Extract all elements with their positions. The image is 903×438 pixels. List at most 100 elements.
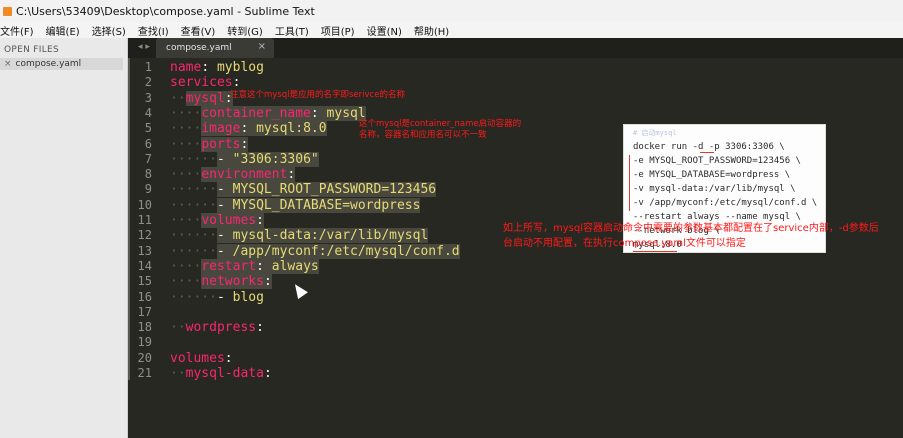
code-token-dots: ···· xyxy=(170,213,202,228)
window-title: C:\Users\53409\Desktop\compose.yaml - Su… xyxy=(16,4,315,18)
code-text: ······- MYSQL_DATABASE=wordpress xyxy=(170,197,421,213)
line-number: 1 xyxy=(144,60,152,74)
code-token-key: wordpress xyxy=(185,320,257,336)
code-text: ····environment: xyxy=(170,167,296,183)
title-bar: C:\Users\53409\Desktop\compose.yaml - Su… xyxy=(0,0,903,23)
code-token-sep: : xyxy=(224,350,233,366)
close-file-icon[interactable]: × xyxy=(4,59,12,69)
code-token-key: ports xyxy=(201,136,241,152)
ref-line: -e MYSQL_ROOT_PASSWORD=123456 \ xyxy=(633,156,801,166)
code-token-sep: : xyxy=(256,213,264,228)
menu-settings[interactable]: 设置(N) xyxy=(367,23,402,38)
ref-line: # 启动mysql xyxy=(633,129,677,137)
annotation-container-name: 这个mysql是container_name启动容器的 名称，容器名和应用名可以… xyxy=(359,119,522,140)
menu-goto[interactable]: 转到(G) xyxy=(227,23,263,38)
code-token-sep: - xyxy=(216,182,233,198)
code-token-key: mysql xyxy=(185,90,225,106)
code-line[interactable]: 16 ······- blog xyxy=(128,290,903,305)
code-token-val: blog xyxy=(232,289,264,305)
code-token-dots: ·· xyxy=(170,366,186,381)
line-number: 21 xyxy=(137,366,152,380)
code-line[interactable]: 18 ··wordpress: xyxy=(128,320,903,335)
code-line[interactable]: 15 ····networks: xyxy=(128,274,903,290)
code-token-key: name xyxy=(170,60,202,75)
code-text: ····restart: always xyxy=(170,258,319,274)
menu-file[interactable]: 文件(F) xyxy=(0,23,34,38)
ref-line: docker run -d -p 3306:3306 \ xyxy=(633,142,785,152)
code-token-key: environment xyxy=(201,167,288,183)
code-token-val: "3306:3306" xyxy=(232,151,319,167)
code-token-val: mysql-data:/var/lib/mysql xyxy=(232,228,429,244)
line-number: 5 xyxy=(144,121,152,136)
code-text: ······- mysql-data:/var/lib/mysql xyxy=(170,228,429,244)
line-number: 16 xyxy=(137,289,152,304)
ref-line: -v mysql-data:/var/lib/mysql \ xyxy=(633,184,796,194)
code-token-dots: ······ xyxy=(170,243,217,259)
code-token-sep: - xyxy=(216,197,233,213)
line-number: 2 xyxy=(144,75,152,90)
code-token-sep: : xyxy=(201,60,210,75)
menu-project[interactable]: 项目(P) xyxy=(321,23,355,38)
code-text: ··wordpress: xyxy=(170,320,264,335)
tab-nav-arrows-icon[interactable]: ◂ ▸ xyxy=(138,42,150,52)
tab-compose-yaml[interactable]: compose.yaml × xyxy=(156,38,274,58)
code-line[interactable]: 19 xyxy=(128,335,903,350)
code-token-sep: - xyxy=(216,228,233,244)
menu-tools[interactable]: 工具(T) xyxy=(275,23,309,38)
code-token-val: myblog xyxy=(209,60,264,75)
code-token-key: restart xyxy=(201,258,257,274)
code-text: name: myblog xyxy=(170,60,264,75)
code-line[interactable]: 1 name: myblog xyxy=(128,60,903,75)
code-token-dots: ······ xyxy=(170,151,217,167)
menu-select[interactable]: 选择(S) xyxy=(92,23,126,38)
menu-help[interactable]: 帮助(H) xyxy=(414,23,449,38)
code-text: ····image: mysql:8.0 xyxy=(170,121,327,137)
tab-close-icon[interactable]: × xyxy=(258,41,266,52)
code-token-key: networks xyxy=(201,274,264,290)
line-number: 13 xyxy=(137,243,152,258)
code-token-val: /app/myconf:/etc/mysql/conf.d xyxy=(232,243,460,259)
code-token-dots: ···· xyxy=(170,167,202,183)
code-line[interactable]: 17 xyxy=(128,305,903,320)
menu-find[interactable]: 查找(I) xyxy=(138,23,169,38)
code-token-dots: ·· xyxy=(170,320,186,336)
code-line[interactable]: 14 ····restart: always xyxy=(128,258,903,274)
line-number: 6 xyxy=(144,136,152,151)
sidebar-file-compose[interactable]: × compose.yaml xyxy=(0,58,123,70)
code-text: ··mysql-data: xyxy=(170,366,272,381)
line-number: 10 xyxy=(137,197,152,212)
code-token-val: MYSQL_DATABASE=wordpress xyxy=(232,197,421,213)
code-line[interactable]: 20 volumes: xyxy=(128,351,903,366)
code-line[interactable]: 21 ··mysql-data: xyxy=(128,366,903,381)
annotation-summary: 如上所写，mysql容器启动命令中需要的参数基本都配置在了service内部，-… xyxy=(503,223,879,249)
red-underline-mark xyxy=(700,152,714,153)
ref-line: -e MYSQL_DATABASE=wordpress \ xyxy=(633,170,791,180)
line-number: 12 xyxy=(137,228,152,243)
line-number: 15 xyxy=(137,274,152,289)
code-token-dots: ······ xyxy=(170,289,217,305)
code-token-sep: - xyxy=(216,289,233,305)
menu-edit[interactable]: 编辑(E) xyxy=(46,23,80,38)
line-number: 17 xyxy=(137,304,152,319)
annotation-service-name: 注意这个mysql是应用的名字即serivce的名称 xyxy=(230,90,405,100)
line-number: 14 xyxy=(137,258,152,273)
code-token-sep: : xyxy=(263,366,272,381)
code-text: ······- blog xyxy=(170,290,264,305)
line-number: 11 xyxy=(137,213,152,227)
code-text: ··mysql: xyxy=(170,90,233,106)
code-token-dots: ·· xyxy=(170,90,186,106)
code-token-dots: ···· xyxy=(170,258,202,274)
code-token-key: container_name xyxy=(201,105,311,121)
sidebar: OPEN FILES × compose.yaml xyxy=(0,38,128,438)
code-token-key: volumes xyxy=(170,350,225,366)
menu-view[interactable]: 查看(V) xyxy=(181,23,216,38)
line-number: 18 xyxy=(137,320,152,335)
code-token-sep: : xyxy=(310,105,319,121)
tab-bar: ◂ ▸ compose.yaml × xyxy=(128,38,903,58)
sidebar-file-label: compose.yaml xyxy=(15,59,82,69)
code-token-dots: ······ xyxy=(170,228,217,244)
code-token-key: volumes xyxy=(201,213,257,228)
code-token-sep: : xyxy=(256,258,264,274)
ref-line: -v /app/myconf:/etc/mysql/conf.d \ xyxy=(633,198,818,208)
code-token-sep: - xyxy=(216,151,233,167)
